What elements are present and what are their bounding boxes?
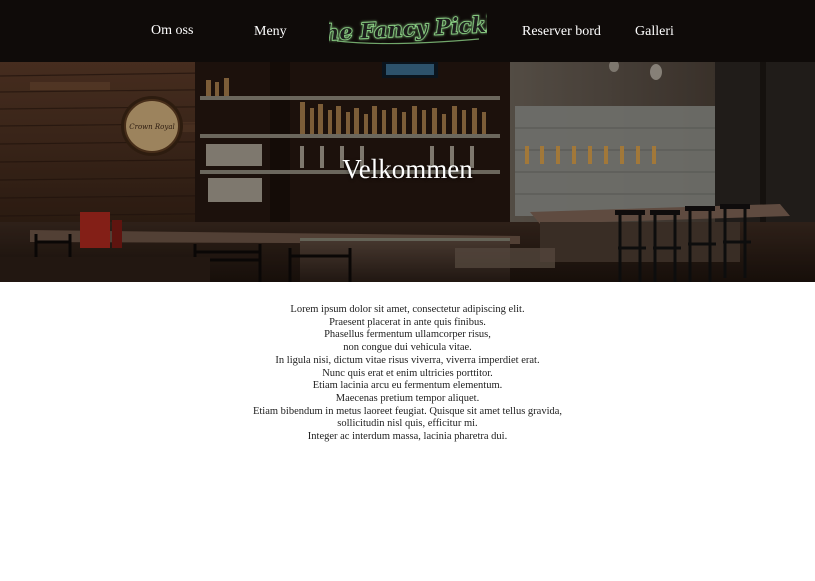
hero-title: Velkommen: [342, 154, 473, 184]
intro-text: Lorem ipsum dolor sit amet, consectetur …: [0, 304, 815, 444]
intro-text-line: sollicitudin nisl quis, efficitur mi.: [337, 418, 478, 430]
intro-text-line: Nunc quis erat et enim ultricies porttit…: [322, 367, 493, 379]
intro-text-line: Integer ac interdum massa, lacinia phare…: [307, 431, 508, 443]
logo-the-fancy-pickle[interactable]: The Fancy Pickle: [329, 11, 487, 49]
intro-text-line: Praesent placerat in ante quis finibus.: [329, 316, 486, 328]
logo-text: The Fancy Pickle: [329, 11, 487, 46]
hero-banner: Crown Royal Velkommen: [0, 62, 815, 282]
logo-wordmark-icon: The Fancy Pickle: [329, 11, 487, 47]
nav-link-om-oss[interactable]: Om oss: [151, 23, 193, 39]
intro-text-line: In ligula nisi, dictum vitae risus viver…: [275, 354, 540, 366]
top-navbar: Om oss Meny The Fancy Pickle Reserver bo…: [0, 0, 815, 62]
intro-text-line: non congue dui vehicula vitae.: [343, 342, 472, 354]
intro-text-line: Maecenas pretium tempor aliquet.: [335, 392, 480, 404]
nav-link-galleri[interactable]: Galleri: [635, 24, 674, 40]
intro-text-line: Phasellus fermentum ullamcorper risus,: [324, 329, 491, 341]
intro-text-line: Lorem ipsum dolor sit amet, consectetur …: [290, 304, 525, 315]
nav-link-meny[interactable]: Meny: [254, 24, 287, 40]
nav-link-reserver-bord[interactable]: Reserver bord: [522, 24, 601, 40]
intro-text-line: Etiam bibendum in metus laoreet feugiat.…: [252, 405, 563, 417]
intro-text-line: Etiam lacinia arcu eu fermentum elementu…: [312, 380, 503, 392]
